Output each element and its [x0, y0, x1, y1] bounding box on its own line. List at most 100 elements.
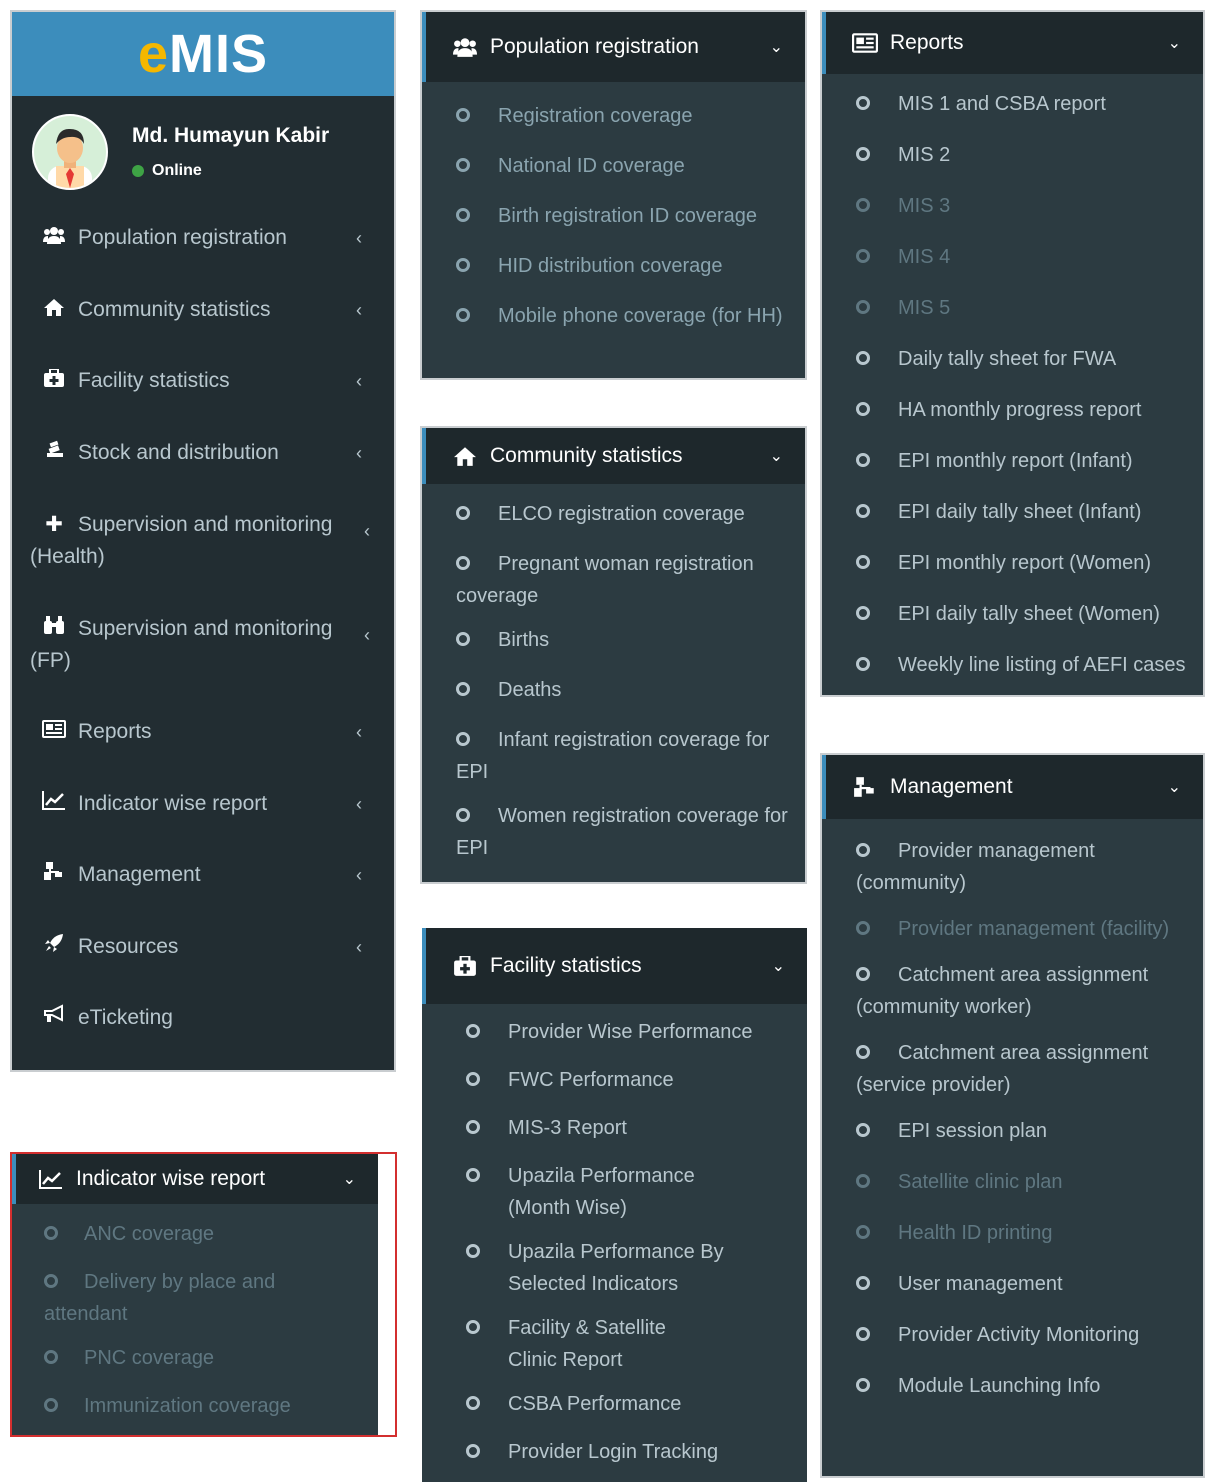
submenu-item-mis2[interactable]: MIS 2	[822, 133, 1203, 184]
submenu-item-registration-coverage[interactable]: Registration coverage	[422, 94, 805, 144]
submenu-item-daily-tally-fwa[interactable]: Daily tally sheet for FWA	[822, 337, 1203, 388]
sidebar-item-supervision-fp[interactable]: Supervision and monitoring (FP) ‹	[12, 613, 394, 677]
sidebar-item-management[interactable]: Management ‹	[12, 859, 394, 891]
submenu-item-women-registration-epi[interactable]: Women registration coverage for EPI	[422, 794, 805, 870]
submenu-item-label: Health ID printing	[898, 1222, 1053, 1244]
submenu-item-birth-registration-id-coverage[interactable]: Birth registration ID coverage	[422, 194, 805, 244]
sidebar-item-indicator-wise-report[interactable]: Indicator wise report ‹	[12, 788, 394, 820]
chevron-down-icon: ⌄	[1167, 35, 1181, 52]
submenu-item-provider-wise-performance[interactable]: Provider Wise Performance	[432, 1010, 807, 1058]
circle-icon	[856, 1225, 870, 1239]
submenu-item-label: HID distribution coverage	[498, 255, 723, 277]
circle-icon	[466, 1120, 480, 1134]
submenu-item-label: EPI session plan	[898, 1120, 1047, 1142]
submenu-item-births[interactable]: Births	[422, 618, 805, 668]
line-chart-icon	[42, 788, 66, 820]
indicator-panel-body: Indicator wise report ⌄ ANC coverage Del…	[12, 1154, 378, 1435]
submenu-item-health-id-printing[interactable]: Health ID printing	[822, 1211, 1203, 1262]
submenu-item-epi-daily-infant[interactable]: EPI daily tally sheet (Infant)	[822, 490, 1203, 541]
user-panel: Md. Humayun Kabir Online	[12, 96, 394, 208]
submenu-item-mobile-phone-coverage[interactable]: Mobile phone coverage (for HH)	[422, 294, 805, 338]
submenu-item-facility-satellite-report[interactable]: Facility & Satellite Clinic Report	[432, 1306, 807, 1382]
submenu-item-label: User management	[898, 1273, 1063, 1295]
circle-icon	[466, 1072, 480, 1086]
submenu-item-ha-monthly-progress[interactable]: HA monthly progress report	[822, 388, 1203, 439]
submenu-item-mis3-report[interactable]: MIS-3 Report	[432, 1106, 807, 1154]
facility-statistics-header[interactable]: Facility statistics ⌄	[422, 928, 807, 1004]
submenu-item-pnc-coverage[interactable]: PNC coverage	[12, 1336, 378, 1384]
reports-header[interactable]: Reports ⌄	[822, 12, 1203, 74]
submenu-item-infant-registration-epi[interactable]: Infant registration coverage for EPI	[422, 718, 805, 794]
line-chart-icon	[38, 1169, 64, 1189]
submenu-item-label: Pregnant woman registration coverage	[456, 553, 754, 607]
community-statistics-panel: Community statistics ⌄ ELCO registration…	[420, 426, 807, 884]
sitemap-icon	[42, 859, 66, 891]
submenu-item-label: Provider Wise Performance	[508, 1021, 753, 1043]
management-header[interactable]: Management ⌄	[822, 755, 1203, 819]
submenu-item-fwc-performance[interactable]: FWC Performance	[432, 1058, 807, 1106]
sidebar-item-supervision-health[interactable]: ✚ Supervision and monitoring (Health) ‹	[12, 509, 394, 573]
submenu-item-immunization-coverage[interactable]: Immunization coverage	[12, 1384, 378, 1432]
submenu-item-pregnant-woman-registration[interactable]: Pregnant woman registration coverage	[422, 542, 805, 618]
circle-icon	[856, 351, 870, 365]
submenu-item-weekly-aefi[interactable]: Weekly line listing of AEFI cases	[822, 643, 1203, 687]
submenu-item-national-id-coverage[interactable]: National ID coverage	[422, 144, 805, 194]
submenu-item-catchment-community-worker[interactable]: Catchment area assignment (community wor…	[822, 953, 1203, 1031]
circle-icon	[856, 921, 870, 935]
sidebar-item-resources[interactable]: Resources ‹	[12, 931, 394, 963]
submenu-item-satellite-clinic-plan[interactable]: Satellite clinic plan	[822, 1160, 1203, 1211]
submenu-item-provider-login-tracking[interactable]: Provider Login Tracking	[432, 1430, 807, 1478]
newspaper-icon	[42, 716, 66, 748]
sidebar-item-label: Supervision and monitoring	[78, 513, 333, 536]
submenu-item-provider-management-facility[interactable]: Provider management (facility)	[822, 907, 1203, 953]
submenu-item-provider-management-community[interactable]: Provider management (community)	[822, 829, 1203, 907]
submenu-item-csba-performance[interactable]: CSBA Performance	[432, 1382, 807, 1430]
submenu-item-mis4[interactable]: MIS 4	[822, 235, 1203, 286]
logo-e: e	[137, 24, 170, 84]
submenu-item-label: Upazila Performance By Selected Indicato…	[508, 1241, 724, 1295]
submenu-item-hid-distribution-coverage[interactable]: HID distribution coverage	[422, 244, 805, 294]
submenu-item-label: National ID coverage	[498, 155, 685, 177]
sidebar-item-facility-statistics[interactable]: Facility statistics ‹	[12, 365, 394, 397]
user-status: Online	[132, 162, 329, 180]
sidebar-item-eticketing[interactable]: eTicketing	[12, 1002, 394, 1034]
submenu-item-user-management[interactable]: User management	[822, 1262, 1203, 1313]
sidebar-item-community-statistics[interactable]: Community statistics ‹	[12, 294, 394, 326]
sidebar-item-reports[interactable]: Reports ‹	[12, 716, 394, 748]
logo-text: MIS	[169, 24, 269, 84]
panel-title: Reports	[890, 31, 964, 54]
submenu-item-provider-activity-monitoring[interactable]: Provider Activity Monitoring	[822, 1313, 1203, 1364]
community-statistics-header[interactable]: Community statistics ⌄	[422, 428, 805, 484]
submenu-item-delivery-by-place[interactable]: Delivery by place and attendant	[12, 1260, 378, 1336]
submenu-item-deaths[interactable]: Deaths	[422, 668, 805, 718]
submenu-item-label: Provider Login Tracking	[508, 1441, 719, 1463]
facility-submenu: Provider Wise Performance FWC Performanc…	[422, 1004, 807, 1478]
circle-icon	[456, 208, 470, 222]
sidebar-item-population-registration[interactable]: Population registration ‹	[12, 222, 394, 254]
submenu-item-epi-monthly-infant[interactable]: EPI monthly report (Infant)	[822, 439, 1203, 490]
sitemap-icon	[852, 776, 878, 798]
population-registration-header[interactable]: Population registration ⌄	[422, 12, 805, 82]
submenu-item-mis5[interactable]: MIS 5	[822, 286, 1203, 337]
bullhorn-icon	[42, 1002, 66, 1034]
submenu-item-upazila-performance-month[interactable]: Upazila Performance (Month Wise)	[432, 1154, 807, 1230]
circle-icon	[466, 1444, 480, 1458]
submenu-item-mis3[interactable]: MIS 3	[822, 184, 1203, 235]
submenu-item-epi-monthly-women[interactable]: EPI monthly report (Women)	[822, 541, 1203, 592]
submenu-item-module-launching-info[interactable]: Module Launching Info	[822, 1364, 1203, 1415]
submenu-item-catchment-service-provider[interactable]: Catchment area assignment (service provi…	[822, 1031, 1203, 1109]
submenu-item-label: Module Launching Info	[898, 1375, 1101, 1397]
circle-icon	[466, 1168, 480, 1182]
sidebar-item-stock-and-distribution[interactable]: Stock and distribution ‹	[12, 437, 394, 469]
emis-logo[interactable]: eMIS	[138, 23, 268, 85]
submenu-item-upazila-performance-indicators[interactable]: Upazila Performance By Selected Indicato…	[432, 1230, 807, 1306]
submenu-item-mis1-csba[interactable]: MIS 1 and CSBA report	[822, 82, 1203, 133]
submenu-item-epi-daily-women[interactable]: EPI daily tally sheet (Women)	[822, 592, 1203, 643]
submenu-item-anc-coverage[interactable]: ANC coverage	[12, 1212, 378, 1260]
rocket-icon	[42, 931, 66, 963]
circle-icon	[44, 1274, 58, 1288]
indicator-wise-report-header[interactable]: Indicator wise report ⌄	[12, 1154, 378, 1204]
submenu-item-elco-registration[interactable]: ELCO registration coverage	[422, 492, 805, 542]
submenu-item-epi-session-plan[interactable]: EPI session plan	[822, 1109, 1203, 1160]
circle-icon	[456, 158, 470, 172]
